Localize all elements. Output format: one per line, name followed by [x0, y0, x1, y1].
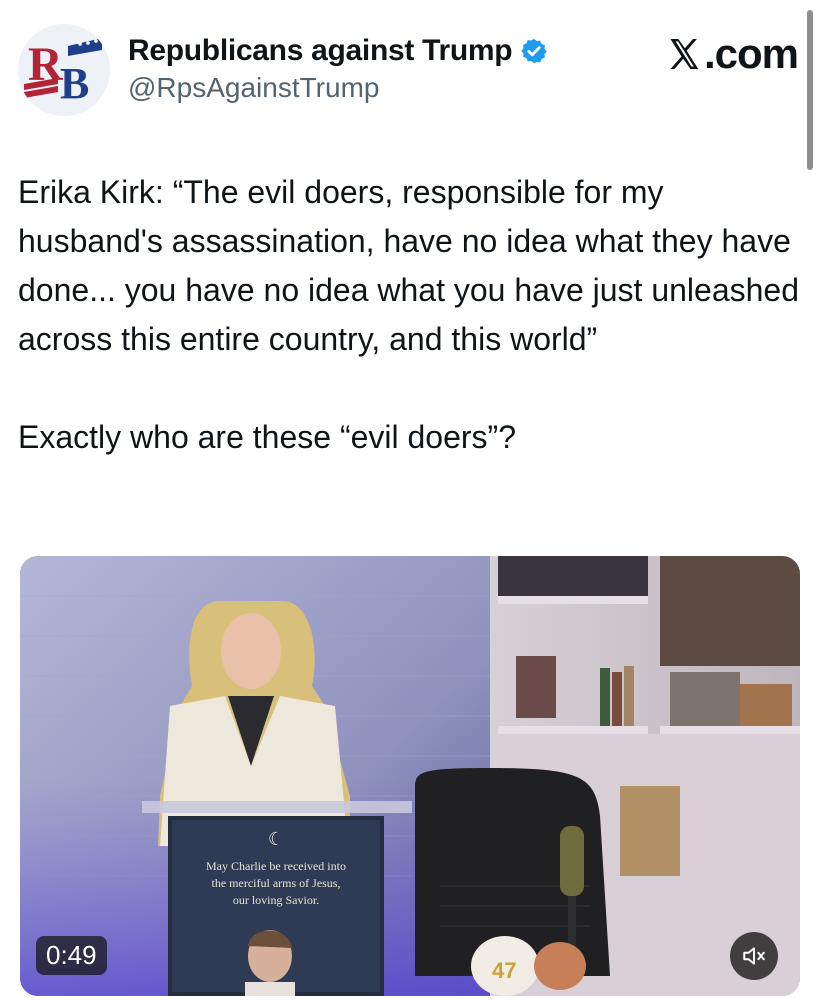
brand-text: .com — [703, 30, 799, 77]
scrollbar[interactable] — [807, 10, 813, 170]
memorial-sign: ☾ May Charlie be received into the merci… — [170, 828, 382, 909]
sign-line-1: May Charlie be received into — [206, 859, 346, 873]
video-duration: 0:49 — [36, 936, 107, 975]
svg-text:B: B — [60, 59, 89, 108]
handle[interactable]: @RpsAgainstTrump — [128, 72, 548, 104]
video-frame: 47 — [20, 556, 800, 996]
mute-button[interactable] — [730, 932, 778, 980]
display-name[interactable]: Republicans against Trump — [128, 34, 513, 68]
verified-badge-icon — [521, 38, 547, 64]
x-logo-icon — [670, 39, 699, 69]
video-player[interactable]: 47 ☾ May Charlie be received into the me… — [20, 556, 800, 996]
sign-line-3: our loving Savior. — [232, 893, 320, 907]
x-brand: .com — [666, 30, 799, 78]
svg-text:47: 47 — [492, 958, 516, 983]
avatar[interactable]: R B — [18, 24, 110, 116]
sign-line-2: the merciful arms of Jesus, — [211, 876, 341, 890]
rb-logo-icon: R B — [18, 24, 110, 116]
speaker-muted-icon — [743, 947, 765, 965]
tweet-header: R B Republicans against Trump @RpsAgains… — [18, 24, 799, 124]
crescent-icon: ☾ — [267, 829, 285, 850]
tweet-text: Erika Kirk: “The evil doers, responsible… — [18, 174, 800, 455]
